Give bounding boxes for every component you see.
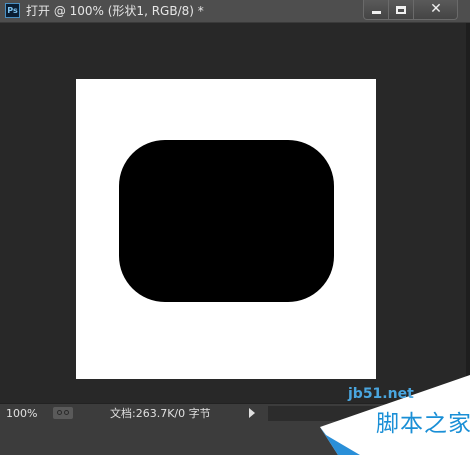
navigator-icon-dot bbox=[64, 410, 69, 415]
watermark-url: jb51.net bbox=[348, 386, 414, 402]
close-button[interactable]: ✕ bbox=[414, 0, 458, 20]
watermark-name: 脚本之家 bbox=[376, 411, 470, 437]
document-size-info: 文档:263.7K/0 字节 bbox=[110, 407, 211, 420]
vertical-scrollbar[interactable] bbox=[466, 23, 470, 403]
maximize-icon bbox=[396, 6, 406, 14]
minimize-icon bbox=[372, 11, 381, 14]
status-menu-arrow-icon[interactable] bbox=[249, 408, 255, 418]
photoshop-app-icon: Ps bbox=[5, 3, 20, 18]
minimize-button[interactable] bbox=[363, 0, 389, 20]
document-canvas[interactable] bbox=[76, 79, 376, 379]
rounded-rectangle-shape[interactable] bbox=[119, 140, 334, 302]
close-icon: ✕ bbox=[430, 1, 442, 17]
maximize-button[interactable] bbox=[389, 0, 414, 20]
document-title: 打开 @ 100% (形状1, RGB/8) * bbox=[26, 4, 204, 18]
canvas-area[interactable] bbox=[0, 23, 470, 403]
zoom-level-field[interactable]: 100% bbox=[6, 407, 37, 421]
document-window: Ps 打开 @ 100% (形状1, RGB/8) * ✕ 100% 文档:26… bbox=[0, 0, 470, 455]
title-bar[interactable]: Ps 打开 @ 100% (形状1, RGB/8) * ✕ bbox=[0, 0, 470, 23]
navigator-icon-dot bbox=[57, 410, 62, 415]
navigator-icon[interactable] bbox=[53, 407, 73, 419]
